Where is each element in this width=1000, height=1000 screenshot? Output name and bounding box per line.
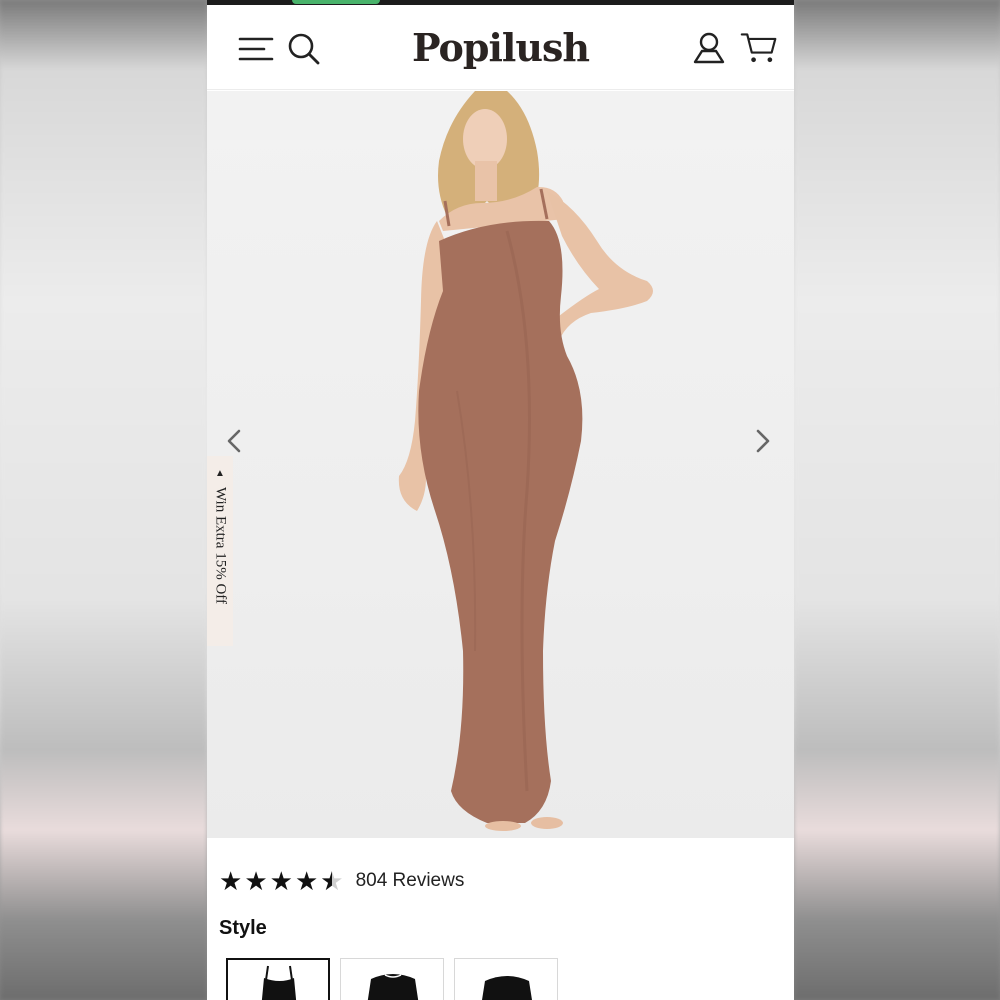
star-full-icon: ★ (294, 866, 319, 896)
mobile-page: Popilush ▲ Win Extra 15% Off ★ ★ ★ ★ ★ ★… (207, 0, 794, 1000)
promo-tab-label: Win Extra 15% Off (212, 487, 229, 605)
product-image-carousel[interactable]: ▲ Win Extra 15% Off (207, 91, 794, 838)
product-image (398, 91, 653, 831)
account-icon[interactable] (690, 29, 728, 67)
site-header: Popilush (207, 5, 794, 90)
right-background-blur (794, 0, 1000, 1000)
star-half-icon: ★ ★ (320, 866, 344, 896)
promo-tab[interactable]: ▲ Win Extra 15% Off (207, 456, 233, 646)
cart-icon[interactable] (740, 29, 778, 67)
style-swatches (226, 958, 558, 1000)
style-option-long-sleeve[interactable] (340, 958, 444, 1000)
status-indicator (292, 0, 380, 4)
left-background-blur (0, 0, 207, 1000)
carousel-prev-button[interactable] (219, 426, 249, 456)
style-label: Style (219, 917, 267, 939)
carousel-next-button[interactable] (748, 426, 778, 456)
star-full-icon: ★ (269, 866, 293, 896)
reviews-link[interactable]: 804 Reviews (356, 870, 465, 892)
expand-triangle-icon: ▲ (215, 468, 225, 479)
style-option-strap[interactable] (226, 958, 330, 1000)
style-option-long-sleeve-2[interactable] (454, 958, 558, 1000)
star-full-icon: ★ (244, 866, 268, 896)
star-full-icon: ★ (219, 866, 243, 896)
product-rating[interactable]: ★ ★ ★ ★ ★ ★ 804 Reviews (219, 868, 464, 894)
rating-stars: ★ ★ ★ ★ ★ ★ (219, 868, 344, 894)
